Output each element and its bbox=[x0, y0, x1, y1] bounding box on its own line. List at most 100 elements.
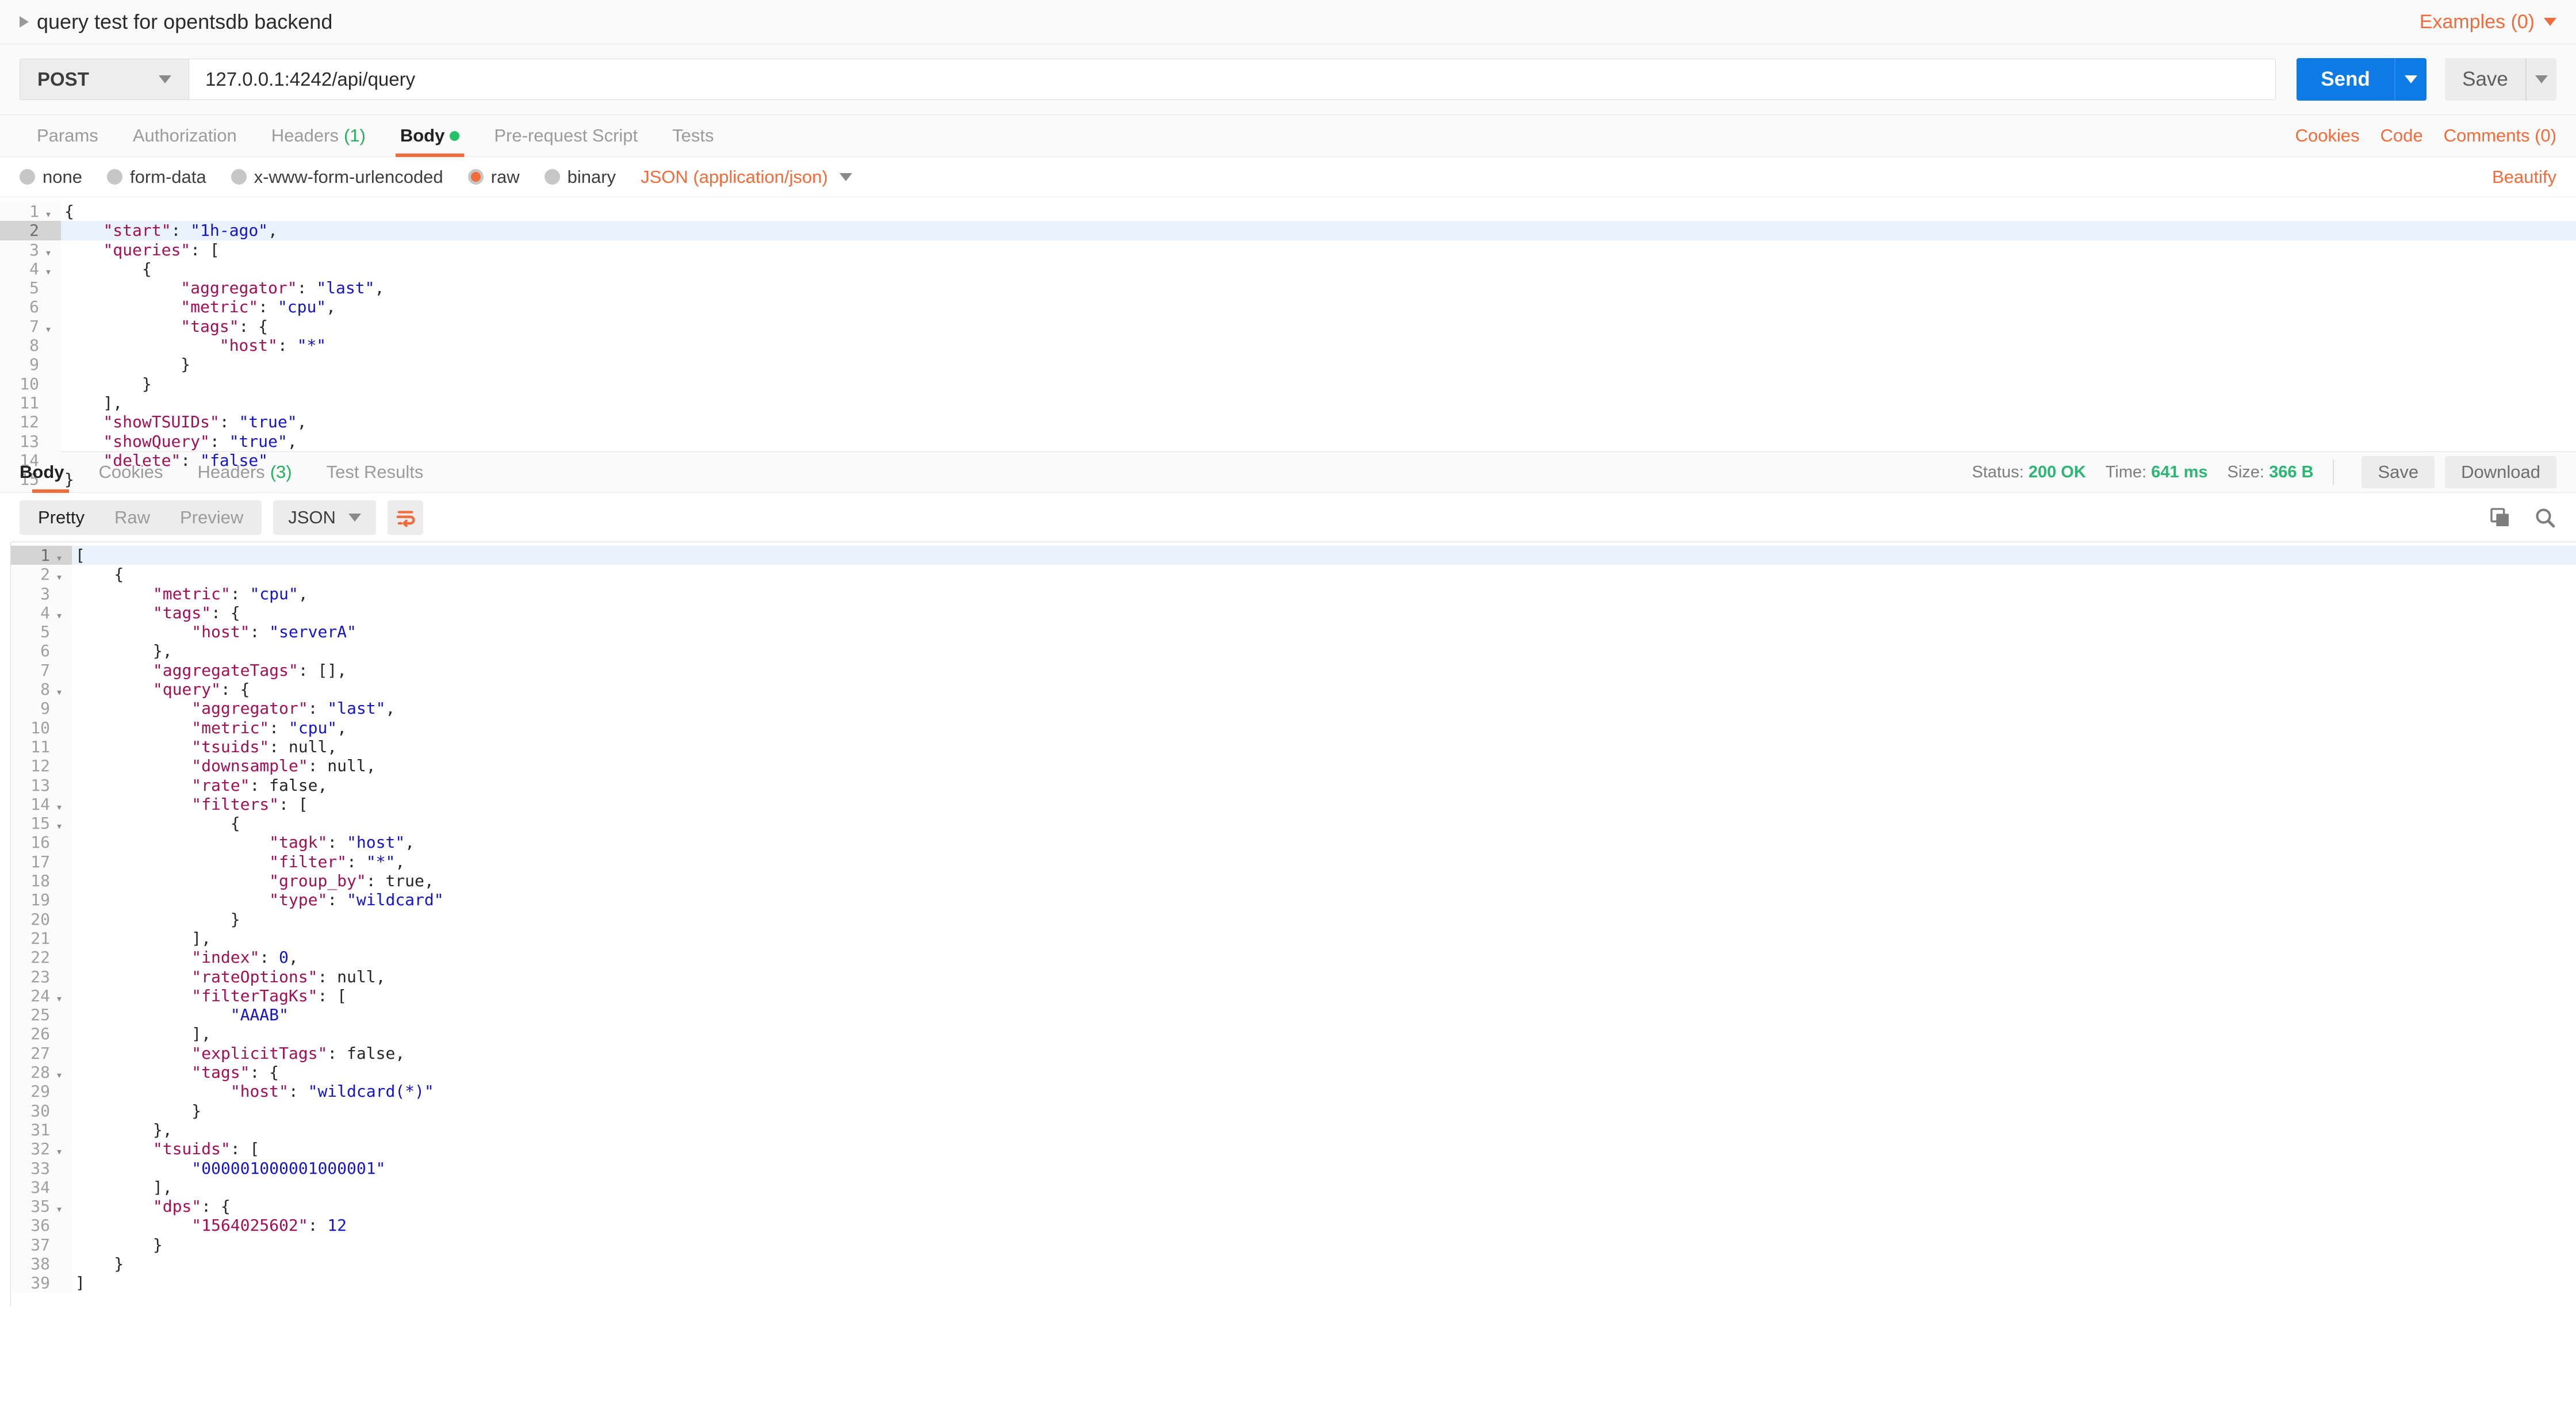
code-line[interactable]: 15 ▾ { bbox=[11, 814, 2576, 833]
code-line[interactable]: 13 "rate": false, bbox=[11, 775, 2576, 795]
code-line[interactable]: 35 ▾ "dps": { bbox=[11, 1197, 2576, 1216]
code-line[interactable]: 12 "downsample": null, bbox=[11, 756, 2576, 776]
fold-toggle-icon[interactable]: ▾ bbox=[56, 546, 72, 565]
copy-icon[interactable] bbox=[2489, 506, 2512, 529]
fold-toggle-icon[interactable]: ▾ bbox=[45, 202, 61, 221]
code-line[interactable]: 38 } bbox=[11, 1254, 2576, 1274]
fold-toggle-icon[interactable]: ▾ bbox=[45, 240, 61, 259]
code-line[interactable]: 31 }, bbox=[11, 1120, 2576, 1140]
response-format-select[interactable]: JSON bbox=[273, 500, 376, 535]
fold-toggle-icon[interactable]: ▾ bbox=[45, 316, 61, 336]
code-line[interactable]: 26 ], bbox=[11, 1024, 2576, 1044]
save-request-button[interactable]: Save bbox=[2445, 58, 2525, 101]
comments-link[interactable]: Comments (0) bbox=[2444, 125, 2556, 146]
code-line[interactable]: 8 ▾ "query": { bbox=[11, 680, 2576, 699]
code-line[interactable]: 7 ▾ "tags": { bbox=[0, 316, 2576, 336]
code-line[interactable]: 37 } bbox=[11, 1235, 2576, 1254]
content-type-select[interactable]: JSON (application/json) bbox=[641, 167, 828, 187]
code-line[interactable]: 4 ▾ { bbox=[0, 259, 2576, 279]
code-link[interactable]: Code bbox=[2380, 125, 2423, 146]
code-line[interactable]: 34 ], bbox=[11, 1177, 2576, 1197]
beautify-button[interactable]: Beautify bbox=[2492, 167, 2556, 187]
code-line[interactable]: 22 "index": 0, bbox=[11, 948, 2576, 967]
request-url-input[interactable]: 127.0.0.1:4242/api/query bbox=[189, 59, 2276, 100]
request-body-editor[interactable]: 1 ▾{2 "start": "1h-ago", 3 ▾ "queries": [4 ▾… bbox=[0, 197, 2576, 489]
view-mode-pretty[interactable]: Pretty bbox=[23, 500, 99, 535]
code-line[interactable]: 33 "000001000001000001" bbox=[11, 1158, 2576, 1178]
code-line[interactable]: 11 "tsuids": null, bbox=[11, 737, 2576, 757]
code-line[interactable]: 29 "host": "wildcard(*)" bbox=[11, 1082, 2576, 1101]
word-wrap-button[interactable] bbox=[387, 500, 423, 535]
code-line[interactable]: 25 "AAAB" bbox=[11, 1005, 2576, 1025]
code-line[interactable]: 24 ▾ "filterTagKs": [ bbox=[11, 986, 2576, 1006]
chevron-down-icon[interactable] bbox=[2544, 18, 2556, 26]
view-mode-preview[interactable]: Preview bbox=[165, 500, 258, 535]
code-line[interactable]: 5 "aggregator": "last", bbox=[0, 278, 2576, 298]
search-icon[interactable] bbox=[2533, 506, 2556, 529]
fold-toggle-icon[interactable]: ▾ bbox=[56, 986, 72, 1006]
cookies-link[interactable]: Cookies bbox=[2295, 125, 2360, 146]
code-line[interactable]: 39] bbox=[11, 1273, 2576, 1293]
view-mode-raw[interactable]: Raw bbox=[99, 500, 165, 535]
response-tab-test-results[interactable]: Test Results bbox=[309, 452, 441, 492]
fold-toggle-icon[interactable]: ▾ bbox=[56, 680, 72, 699]
fold-toggle-icon[interactable]: ▾ bbox=[56, 1139, 72, 1159]
fold-toggle-icon[interactable]: ▾ bbox=[56, 1063, 72, 1082]
code-line[interactable]: 16 "tagk": "host", bbox=[11, 833, 2576, 852]
examples-link[interactable]: Examples (0) bbox=[2420, 11, 2535, 33]
tab-body[interactable]: Body bbox=[383, 115, 477, 157]
body-type-x-www-form-urlencoded[interactable]: x-www-form-urlencoded bbox=[231, 167, 443, 187]
fold-toggle-icon[interactable]: ▾ bbox=[56, 794, 72, 814]
chevron-down-icon[interactable] bbox=[839, 173, 852, 181]
tab-headers[interactable]: Headers (1) bbox=[254, 115, 383, 156]
code-line[interactable]: 12 "showTSUIDs": "true", bbox=[0, 412, 2576, 432]
code-line[interactable]: 7 "aggregateTags": [], bbox=[11, 660, 2576, 680]
code-line[interactable]: 36 "1564025602": 12 bbox=[11, 1216, 2576, 1235]
http-method-select[interactable]: POST bbox=[20, 59, 189, 100]
code-line[interactable]: 17 "filter": "*", bbox=[11, 852, 2576, 872]
response-body-editor[interactable]: 1 ▾[2 ▾ {3 "metric": "cpu", 4 ▾ "tags": {5 "… bbox=[10, 542, 2576, 1307]
fold-toggle-icon[interactable]: ▾ bbox=[56, 814, 72, 833]
code-line[interactable]: 27 "explicitTags": false, bbox=[11, 1043, 2576, 1063]
code-line[interactable]: 2 "start": "1h-ago", bbox=[0, 221, 2576, 240]
body-type-binary[interactable]: binary bbox=[544, 167, 616, 187]
code-line[interactable]: 19 "type": "wildcard" bbox=[11, 890, 2576, 910]
code-line[interactable]: 1 ▾[ bbox=[11, 546, 2576, 565]
fold-toggle-icon[interactable]: ▾ bbox=[56, 565, 72, 584]
caret-right-icon[interactable] bbox=[20, 16, 29, 28]
code-line[interactable]: 13 "showQuery": "true", bbox=[0, 431, 2576, 451]
fold-toggle-icon[interactable]: ▾ bbox=[56, 603, 72, 623]
body-type-none[interactable]: none bbox=[20, 167, 82, 187]
code-line[interactable]: 18 "group_by": true, bbox=[11, 871, 2576, 891]
code-line[interactable]: 8 "host": "*" bbox=[0, 336, 2576, 355]
fold-toggle-icon[interactable]: ▾ bbox=[56, 1197, 72, 1216]
fold-toggle-icon[interactable]: ▾ bbox=[45, 259, 61, 279]
send-button[interactable]: Send bbox=[2297, 58, 2394, 101]
code-line[interactable]: 10 "metric": "cpu", bbox=[11, 718, 2576, 737]
code-line[interactable]: 5 "host": "serverA" bbox=[11, 622, 2576, 642]
body-type-form-data[interactable]: form-data bbox=[106, 167, 206, 187]
code-line[interactable]: 9 "aggregator": "last", bbox=[11, 699, 2576, 718]
code-line[interactable]: 1 ▾{ bbox=[0, 202, 2576, 221]
response-tab-headers[interactable]: Headers (3) bbox=[181, 452, 309, 492]
code-line[interactable]: 6 }, bbox=[11, 641, 2576, 661]
code-line[interactable]: 11 ], bbox=[0, 393, 2576, 413]
code-line[interactable]: 20 } bbox=[11, 909, 2576, 929]
code-line[interactable]: 3 "metric": "cpu", bbox=[11, 584, 2576, 603]
code-line[interactable]: 4 ▾ "tags": { bbox=[11, 603, 2576, 623]
code-line[interactable]: 2 ▾ { bbox=[11, 565, 2576, 584]
code-line[interactable]: 21 ], bbox=[11, 928, 2576, 948]
code-line[interactable]: 28 ▾ "tags": { bbox=[11, 1063, 2576, 1082]
code-line[interactable]: 9 } bbox=[0, 355, 2576, 374]
response-tab-body[interactable]: Body bbox=[20, 452, 82, 493]
tab-tests[interactable]: Tests bbox=[655, 115, 731, 156]
tab-params[interactable]: Params bbox=[20, 115, 116, 156]
code-line[interactable]: 30 } bbox=[11, 1101, 2576, 1120]
body-type-raw[interactable]: raw bbox=[467, 167, 520, 187]
send-options-button[interactable] bbox=[2394, 58, 2426, 101]
code-line[interactable]: 32 ▾ "tsuids": [ bbox=[11, 1139, 2576, 1159]
code-line[interactable]: 10 } bbox=[0, 374, 2576, 393]
save-options-button[interactable] bbox=[2525, 58, 2556, 101]
code-line[interactable]: 23 "rateOptions": null, bbox=[11, 967, 2576, 986]
tab-pre-request-script[interactable]: Pre-request Script bbox=[477, 115, 655, 156]
